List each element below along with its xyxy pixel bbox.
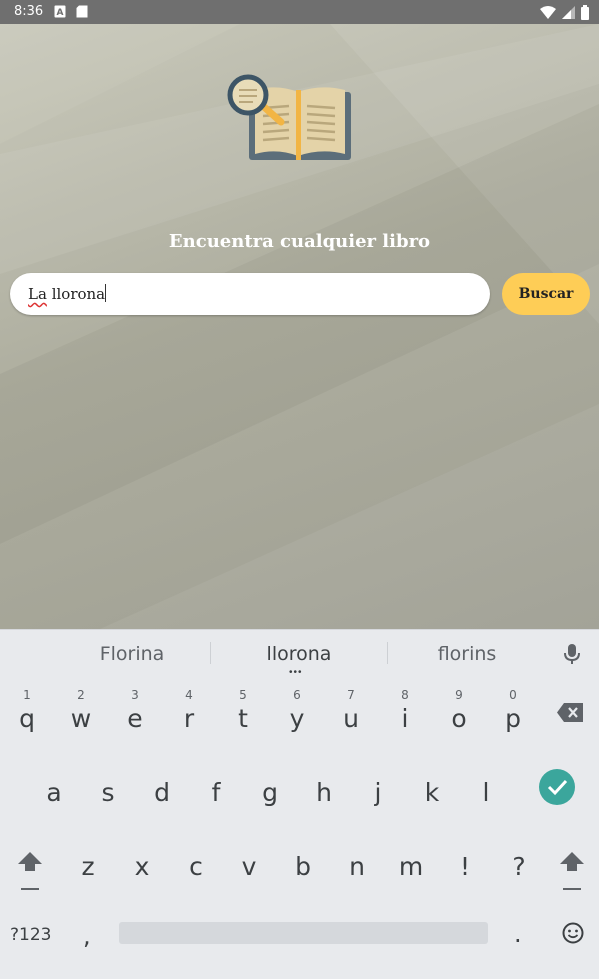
key-k[interactable]: k <box>405 756 459 826</box>
key-c[interactable]: c <box>169 830 223 900</box>
key-v[interactable]: v <box>222 830 276 900</box>
suggestion-2[interactable]: llorona <box>229 643 369 665</box>
key-d[interactable]: d <box>135 756 189 826</box>
key-exclamation[interactable]: ! <box>438 830 492 900</box>
space-bar[interactable] <box>119 922 488 944</box>
backspace-icon[interactable] <box>557 703 583 722</box>
key-g[interactable]: g <box>243 756 297 826</box>
key-h[interactable]: h <box>297 756 351 826</box>
comma-key[interactable]: , <box>83 922 91 950</box>
suggestion-divider <box>387 642 388 664</box>
key-s[interactable]: s <box>81 756 135 826</box>
key-q[interactable]: 1q <box>0 682 54 752</box>
shift-left-icon[interactable] <box>17 851 43 891</box>
key-o[interactable]: 9o <box>432 682 486 752</box>
search-input[interactable]: La llorona <box>10 273 490 315</box>
more-suggestions-icon: ••• <box>289 667 303 678</box>
key-a[interactable]: a <box>27 756 81 826</box>
key-w[interactable]: 2w <box>54 682 108 752</box>
wifi-icon <box>540 5 556 19</box>
key-u[interactable]: 7u <box>324 682 378 752</box>
svg-text:A: A <box>57 8 64 18</box>
soft-keyboard: Florina llorona ••• florins 1q 2w 3e 4r … <box>0 629 599 979</box>
suggestion-divider <box>210 642 211 664</box>
key-y[interactable]: 6y <box>270 682 324 752</box>
suggestion-strip: Florina llorona ••• florins <box>0 630 599 678</box>
signal-icon <box>562 5 575 19</box>
sd-card-icon <box>76 5 88 18</box>
key-z[interactable]: z <box>61 830 115 900</box>
app-screen: Encuentra cualquier libro La llorona Bus… <box>0 24 599 629</box>
status-bar: 8:36 A <box>0 0 599 24</box>
status-time: 8:36 <box>14 4 44 19</box>
page-title: Encuentra cualquier libro <box>168 231 431 252</box>
key-n[interactable]: n <box>330 830 384 900</box>
period-key[interactable]: . <box>514 920 522 948</box>
search-button[interactable]: Buscar <box>502 273 590 315</box>
key-question[interactable]: ? <box>492 830 546 900</box>
key-p[interactable]: 0p <box>486 682 540 752</box>
key-j[interactable]: j <box>351 756 405 826</box>
key-f[interactable]: f <box>189 756 243 826</box>
key-m[interactable]: m <box>384 830 438 900</box>
battery-icon <box>581 4 589 20</box>
checkmark-icon <box>547 779 568 796</box>
notification-a-icon: A <box>54 5 66 18</box>
emoji-icon[interactable] <box>562 922 584 944</box>
suggestion-1[interactable]: Florina <box>62 643 202 665</box>
key-x[interactable]: x <box>115 830 169 900</box>
enter-key[interactable] <box>539 769 575 805</box>
symbols-key[interactable]: ?123 <box>10 925 51 945</box>
text-cursor <box>105 284 107 302</box>
key-i[interactable]: 8i <box>378 682 432 752</box>
key-l[interactable]: l <box>459 756 513 826</box>
search-input-value[interactable]: La llorona <box>28 284 107 303</box>
key-e[interactable]: 3e <box>108 682 162 752</box>
suggestion-3[interactable]: florins <box>397 643 537 665</box>
key-r[interactable]: 4r <box>162 682 216 752</box>
key-b[interactable]: b <box>276 830 330 900</box>
shift-right-icon[interactable] <box>559 851 585 891</box>
microphone-icon[interactable] <box>563 643 581 665</box>
book-search-logo <box>227 74 351 160</box>
key-t[interactable]: 5t <box>216 682 270 752</box>
